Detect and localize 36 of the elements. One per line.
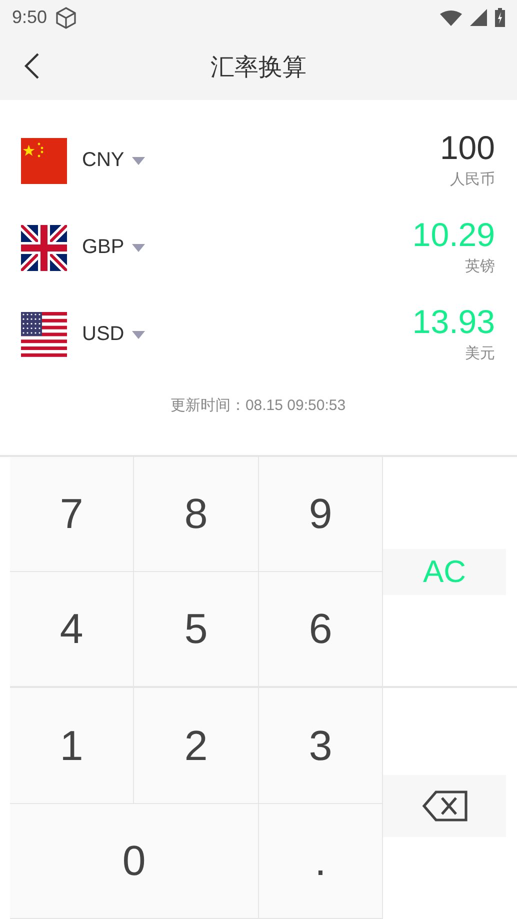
battery-icon	[495, 8, 505, 27]
backspace-button[interactable]	[383, 774, 506, 836]
cube-icon	[55, 6, 78, 30]
backspace-icon	[422, 790, 468, 822]
amount-value: 100	[440, 128, 495, 166]
currency-picker[interactable]: GBP	[82, 236, 146, 259]
flag-icon	[21, 138, 67, 184]
key-button[interactable]: 0	[10, 804, 259, 919]
amount-value: 13.93	[412, 302, 495, 340]
caret-icon	[132, 156, 146, 164]
status-time: 9:50	[12, 7, 48, 28]
currency-name: 英镑	[465, 256, 495, 276]
key-button[interactable]: 5	[134, 572, 259, 688]
key-button[interactable]: 2	[134, 688, 259, 804]
key-button[interactable]: 3	[259, 688, 383, 804]
update-time: 更新时间：08.15 09:50:53	[170, 396, 346, 415]
key-button[interactable]: 1	[10, 688, 134, 804]
key-button[interactable]: 4	[10, 572, 134, 688]
flag-icon	[21, 224, 67, 270]
screen-title: 汇率换算	[210, 53, 306, 83]
key-button[interactable]: .	[259, 804, 383, 919]
currency-picker[interactable]: CNY	[82, 149, 146, 172]
currency-name: 人民币	[450, 170, 495, 188]
key-button[interactable]: 9	[259, 457, 383, 572]
key-button[interactable]: 6	[259, 572, 383, 688]
key-button[interactable]: 7	[10, 457, 134, 572]
currency-picker[interactable]: USD	[82, 323, 146, 346]
caret-icon	[132, 330, 146, 338]
wifi-icon	[440, 10, 462, 26]
back-icon	[24, 53, 40, 79]
key-button[interactable]: 8	[134, 457, 259, 572]
currency-name: 美元	[465, 344, 495, 362]
flag-icon	[21, 312, 67, 358]
caret-icon	[132, 244, 146, 252]
signal-icon	[470, 9, 487, 26]
amount-value: 10.29	[412, 216, 495, 254]
